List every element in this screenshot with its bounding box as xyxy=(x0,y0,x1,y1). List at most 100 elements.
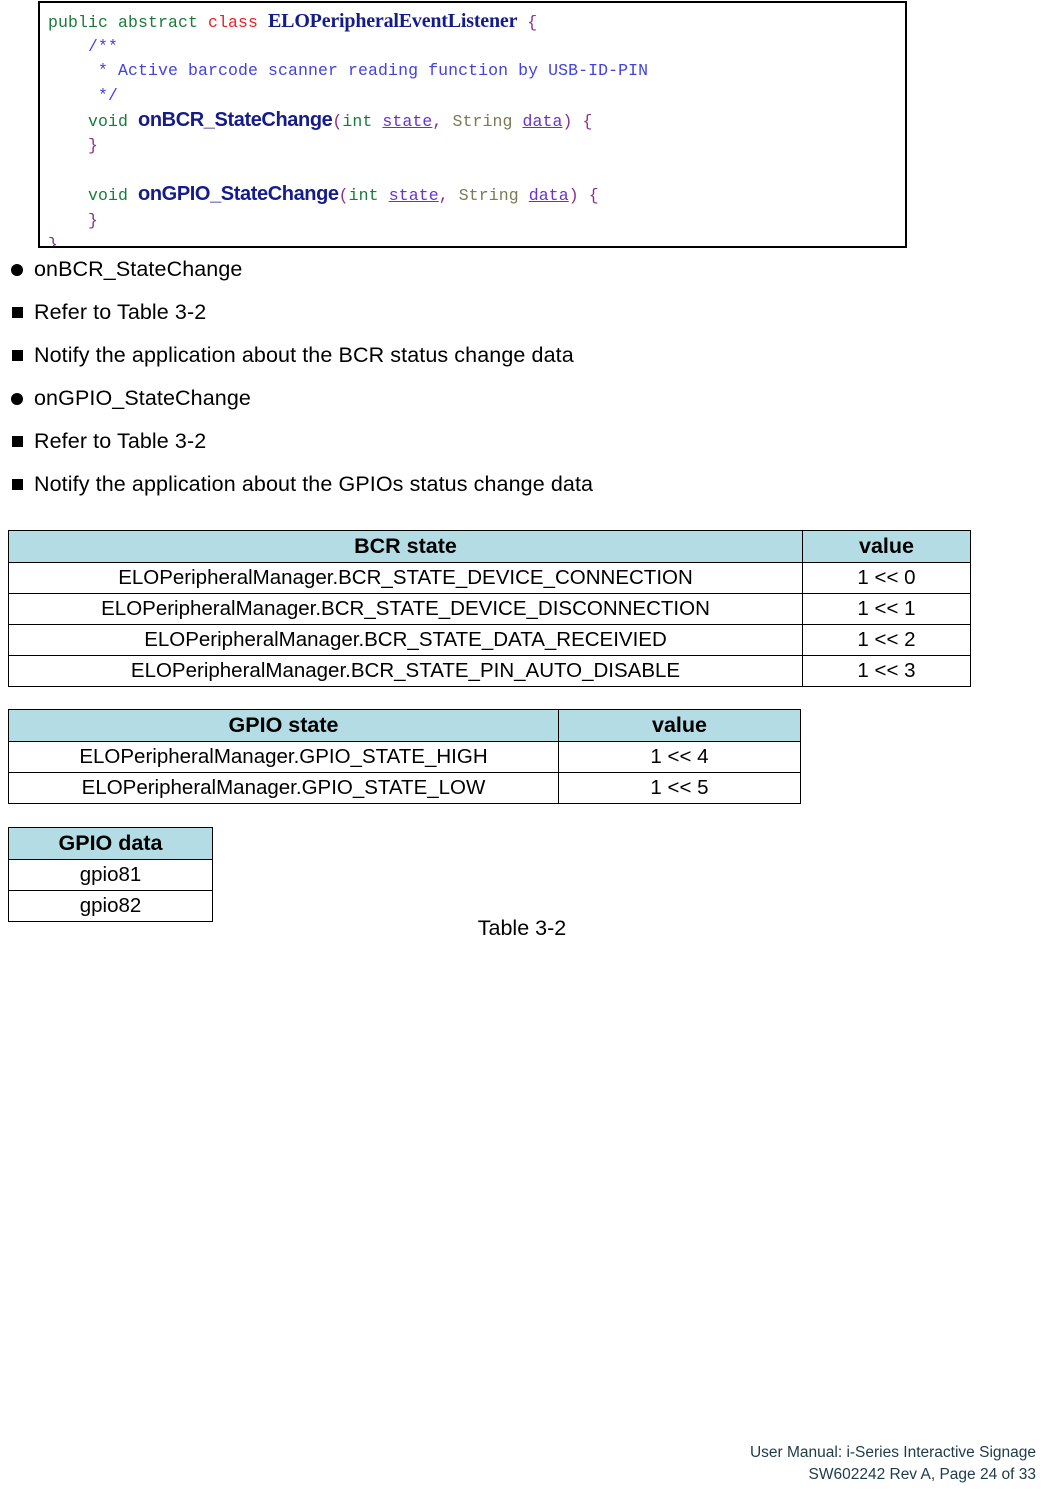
cell-bcr-state: ELOPeripheralManager.BCR_STATE_DEVICE_CO… xyxy=(8,562,803,594)
code-token: * Active barcode scanner reading functio… xyxy=(98,61,649,81)
code-token: void xyxy=(88,186,139,206)
bullet-marker-glyph xyxy=(11,350,23,361)
code-token: String xyxy=(452,111,523,131)
gpio-data-table-body: gpio81 gpio82 xyxy=(8,859,213,922)
bullet-disc-icon xyxy=(0,377,34,420)
code-token: int xyxy=(342,111,383,131)
table-row: ELOPeripheralManager.BCR_STATE_DATA_RECE… xyxy=(8,624,971,656)
code-token: onBCR_StateChange xyxy=(138,108,333,131)
bullet-item: Refer to Table 3-2 xyxy=(0,291,1044,334)
code-token: void xyxy=(88,111,139,131)
bullet-disc-icon xyxy=(0,248,34,291)
code-line: } xyxy=(48,134,905,158)
bullet-square-icon xyxy=(0,420,34,463)
bullet-marker-glyph xyxy=(11,479,23,490)
table-row: ELOPeripheralManager.BCR_STATE_PIN_AUTO_… xyxy=(8,655,971,687)
bullet-item-label: Notify the application about the BCR sta… xyxy=(34,343,574,367)
bcr-state-table: BCR state value ELOPeripheralManager.BCR… xyxy=(8,530,971,687)
code-line: public abstract class ELOPeripheralEvent… xyxy=(48,9,905,35)
bullet-item-label: onBCR_StateChange xyxy=(34,257,243,281)
code-token: onGPIO_StateChange xyxy=(138,183,339,206)
gpio-data-table: GPIO data gpio81 gpio82 xyxy=(8,827,213,922)
table-header-row: GPIO state value xyxy=(8,709,801,742)
code-line: } xyxy=(48,209,905,233)
bullet-item-label: onGPIO_StateChange xyxy=(34,386,251,410)
cell-gpio-data: gpio81 xyxy=(8,859,213,891)
code-token: { xyxy=(517,13,538,32)
code-block: public abstract class ELOPeripheralEvent… xyxy=(38,1,907,248)
code-token: public abstract xyxy=(48,13,209,32)
bullet-marker-glyph xyxy=(11,263,23,276)
code-line: * Active barcode scanner reading functio… xyxy=(48,59,905,83)
code-token: state xyxy=(388,186,439,206)
bullet-item: Refer to Table 3-2 xyxy=(0,420,1044,463)
cell-bcr-state: ELOPeripheralManager.BCR_STATE_DEVICE_DI… xyxy=(8,593,803,625)
bullet-item: Notify the application about the BCR sta… xyxy=(0,334,1044,377)
code-token: } xyxy=(48,234,59,248)
column-header-value: value xyxy=(802,530,971,563)
bullet-marker-glyph xyxy=(11,392,23,405)
code-token: state xyxy=(382,111,433,131)
code-line: void onBCR_StateChange(int state, String… xyxy=(48,108,905,134)
code-token: , xyxy=(432,111,453,131)
table-row: ELOPeripheralManager.GPIO_STATE_HIGH 1 <… xyxy=(8,741,801,773)
cell-gpio-value: 1 << 4 xyxy=(558,741,801,773)
code-token: class xyxy=(208,13,269,32)
cell-bcr-value: 1 << 2 xyxy=(802,624,971,656)
table-row: ELOPeripheralManager.BCR_STATE_DEVICE_DI… xyxy=(8,593,971,625)
gpio-state-table: GPIO state value ELOPeripheralManager.GP… xyxy=(8,709,801,804)
table-row: ELOPeripheralManager.BCR_STATE_DEVICE_CO… xyxy=(8,562,971,594)
code-token: /** xyxy=(88,37,119,57)
bullet-item: onBCR_StateChange xyxy=(0,248,1044,291)
code-token: data xyxy=(522,111,563,131)
table-header-row: BCR state value xyxy=(8,530,971,563)
code-block-lines: public abstract class ELOPeripheralEvent… xyxy=(40,3,905,248)
code-token: String xyxy=(458,186,529,206)
cell-bcr-value: 1 << 3 xyxy=(802,655,971,687)
cell-bcr-value: 1 << 1 xyxy=(802,593,971,625)
gpio-data-table-head: GPIO data xyxy=(8,827,213,860)
cell-gpio-value: 1 << 5 xyxy=(558,772,801,804)
bullet-square-icon xyxy=(0,334,34,377)
bullet-item: onGPIO_StateChange xyxy=(0,377,1044,420)
code-token: */ xyxy=(98,85,119,105)
table-row: gpio81 xyxy=(8,859,213,891)
code-token: ) { xyxy=(568,186,599,206)
bullet-marker-glyph xyxy=(11,436,23,447)
code-token: ( xyxy=(332,111,343,131)
code-token: int xyxy=(348,186,389,206)
code-line: } xyxy=(48,233,905,248)
code-token: ) { xyxy=(562,111,593,131)
page-footer: User Manual: i-Series Interactive Signag… xyxy=(750,1442,1036,1486)
footer-manual-title: User Manual: i-Series Interactive Signag… xyxy=(749,1444,1036,1461)
code-token: ( xyxy=(338,186,349,206)
table-caption: Table 3-2 xyxy=(477,916,567,940)
code-line: void onGPIO_StateChange(int state, Strin… xyxy=(48,182,905,208)
code-token: } xyxy=(88,210,99,230)
cell-bcr-state: ELOPeripheralManager.BCR_STATE_DATA_RECE… xyxy=(8,624,803,656)
bullet-square-icon xyxy=(0,291,34,334)
column-header-value: value xyxy=(558,709,801,742)
code-line: /** xyxy=(48,35,905,59)
column-header-gpio-state: GPIO state xyxy=(8,709,559,742)
code-token: data xyxy=(528,186,569,206)
column-header-bcr-state: BCR state xyxy=(8,530,803,563)
table-row: ELOPeripheralManager.GPIO_STATE_LOW 1 <<… xyxy=(8,772,801,804)
code-token: , xyxy=(438,186,459,206)
table-header-row: GPIO data xyxy=(8,827,213,860)
bullet-item-label: Refer to Table 3-2 xyxy=(34,429,207,453)
bullet-item: Notify the application about the GPIOs s… xyxy=(0,463,1044,506)
cell-bcr-value: 1 << 0 xyxy=(802,562,971,594)
code-token: } xyxy=(88,136,99,156)
bullet-square-icon xyxy=(0,463,34,506)
bcr-state-table-head: BCR state value xyxy=(8,530,971,563)
cell-gpio-state: ELOPeripheralManager.GPIO_STATE_LOW xyxy=(8,772,559,804)
